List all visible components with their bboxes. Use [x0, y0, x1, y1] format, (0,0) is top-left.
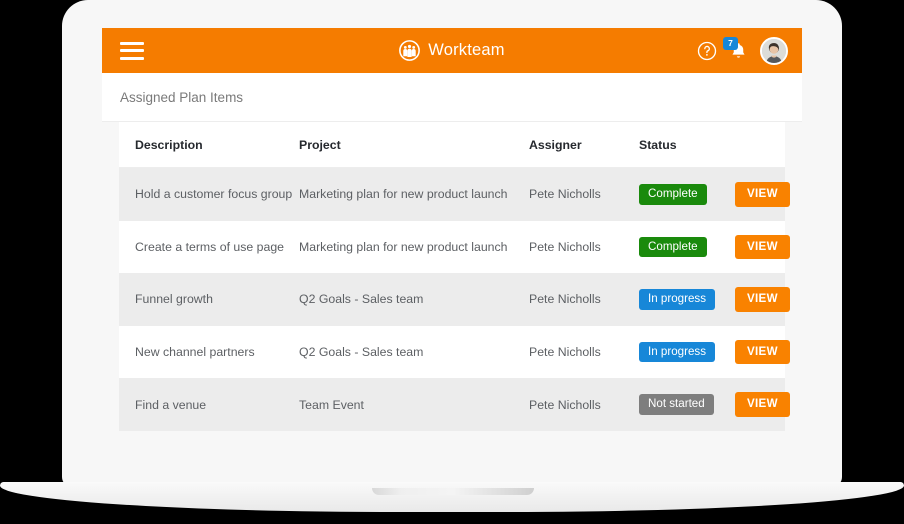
cell-project: Marketing plan for new product launch [299, 220, 529, 274]
cell-assigner: Pete Nicholls [529, 220, 639, 274]
cell-assigner: Pete Nicholls [529, 325, 639, 379]
view-button[interactable]: VIEW [735, 287, 790, 312]
hamburger-bar [120, 56, 144, 60]
cell-status: Complete [639, 167, 735, 221]
question-mark-circle-icon[interactable] [697, 41, 717, 61]
cell-assigner: Pete Nicholls [529, 378, 639, 431]
cell-description: Create a terms of use page [119, 220, 299, 274]
header-actions: 7 [697, 36, 788, 65]
cell-action: VIEW [735, 273, 790, 326]
user-avatar[interactable] [760, 36, 788, 65]
cell-action: VIEW [735, 325, 790, 379]
column-header-assigner[interactable]: Assigner [529, 122, 639, 168]
table-row[interactable]: Hold a customer focus group Marketing pl… [119, 167, 790, 221]
table-body: Hold a customer focus group Marketing pl… [119, 167, 790, 431]
view-button[interactable]: VIEW [735, 234, 790, 260]
cell-status: In progress [639, 325, 735, 379]
table-row[interactable]: Create a terms of use page Marketing pla… [119, 220, 790, 274]
hamburger-bar [120, 49, 144, 52]
cell-project: Marketing plan for new product launch [299, 167, 529, 221]
cell-assigner: Pete Nicholls [529, 273, 639, 326]
cell-action: VIEW [735, 167, 790, 221]
cell-description: Hold a customer focus group [119, 167, 299, 221]
table-row[interactable]: Find a venue Team Event Pete Nicholls No… [119, 378, 790, 431]
assigned-plan-items-table: Description Project Assigner Status Hold… [119, 122, 790, 431]
cell-description: New channel partners [119, 325, 299, 379]
column-header-action [735, 122, 785, 168]
page-title: Assigned Plan Items [120, 89, 244, 105]
notification-count-badge: 7 [723, 36, 738, 50]
cell-status: Complete [639, 220, 735, 274]
hamburger-menu-icon[interactable] [120, 41, 144, 60]
table-header: Description Project Assigner Status [119, 122, 785, 168]
status-badge: Not started [639, 394, 714, 415]
cell-action: VIEW [735, 378, 790, 431]
cell-action: VIEW [735, 220, 790, 274]
cell-status: In progress [639, 273, 735, 326]
cell-status: Not started [639, 378, 735, 431]
cell-project: Q2 Goals - Sales team [299, 325, 529, 379]
view-button[interactable]: VIEW [735, 339, 790, 365]
content-area: Description Project Assigner Status Hold… [102, 122, 802, 468]
cell-assigner: Pete Nicholls [529, 167, 639, 221]
status-badge: In progress [639, 289, 715, 310]
column-header-description[interactable]: Description [119, 122, 299, 168]
view-button[interactable]: VIEW [735, 182, 790, 207]
column-header-project[interactable]: Project [299, 122, 529, 168]
table-header-row: Description Project Assigner Status [119, 122, 785, 168]
column-header-status[interactable]: Status [639, 122, 735, 168]
status-badge: Complete [639, 184, 707, 205]
notification-bell-button[interactable]: 7 [723, 36, 749, 62]
cell-project: Team Event [299, 378, 529, 431]
table-row[interactable]: Funnel growth Q2 Goals - Sales team Pete… [119, 273, 790, 326]
laptop-trackpad-notch [372, 488, 534, 495]
status-badge: In progress [639, 341, 715, 363]
brand-name: Workteam [428, 41, 505, 59]
laptop-base [0, 482, 904, 512]
table-row[interactable]: New channel partners Q2 Goals - Sales te… [119, 325, 790, 379]
page-title-bar: Assigned Plan Items [102, 73, 802, 122]
app-screen: Workteam 7 Assigned Plan Items Descripti… [102, 28, 802, 468]
hamburger-bar [120, 41, 144, 45]
cell-description: Funnel growth [119, 273, 299, 326]
workteam-logo-icon [399, 40, 421, 61]
cell-project: Q2 Goals - Sales team [299, 273, 529, 326]
status-badge: Complete [639, 236, 707, 258]
view-button[interactable]: VIEW [735, 392, 790, 417]
avatar-image [762, 38, 786, 63]
cell-description: Find a venue [119, 378, 299, 431]
app-header: Workteam 7 [102, 28, 802, 73]
